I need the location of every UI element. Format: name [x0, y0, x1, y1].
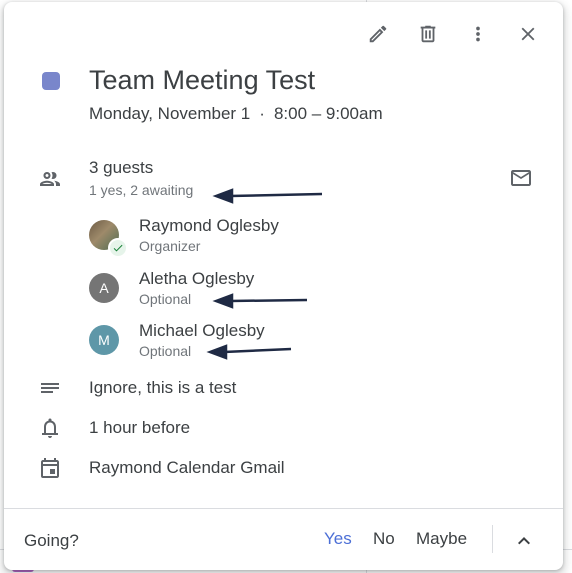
event-calendar: Raymond Calendar Gmail: [89, 458, 285, 477]
edit-button[interactable]: [357, 18, 399, 50]
email-guests-button[interactable]: [509, 166, 537, 194]
guest-name: Michael Oglesby: [139, 321, 265, 340]
more-options-button[interactable]: [457, 18, 499, 50]
rsvp-no-button[interactable]: No: [373, 529, 395, 549]
trash-icon: [420, 25, 436, 43]
footer-separator: [492, 525, 493, 553]
guest-name: Aletha Oglesby: [139, 269, 255, 288]
more-vert-icon: [476, 26, 480, 42]
chevron-up-icon: [518, 537, 530, 545]
event-date: Monday, November 1: [89, 104, 251, 123]
event-datetime: Monday, November 1 · 8:00 – 9:00am: [89, 104, 383, 124]
event-details-popup: Team Meeting Test Monday, November 1 · 8:0…: [4, 2, 563, 570]
rsvp-yes-button[interactable]: Yes: [324, 529, 352, 549]
guests-status: 1 yes, 2 awaiting: [89, 182, 194, 198]
event-description: Ignore, this is a test: [89, 378, 237, 397]
bell-icon: [38, 416, 62, 440]
guest-role: Optional: [139, 343, 192, 359]
accepted-check-icon: [108, 238, 128, 258]
rsvp-maybe-button[interactable]: Maybe: [416, 529, 467, 549]
event-title: Team Meeting Test: [89, 65, 316, 95]
close-button[interactable]: [507, 18, 549, 50]
guest-role: Optional: [139, 291, 192, 307]
guests-icon: [38, 167, 62, 191]
delete-button[interactable]: [407, 18, 449, 50]
going-label: Going?: [24, 531, 79, 550]
rsvp-footer: Going? Yes No Maybe: [4, 509, 563, 570]
close-icon: [521, 27, 535, 41]
separator-dot: ·: [259, 104, 265, 123]
calendar-icon: [38, 456, 62, 480]
description-icon: [38, 376, 62, 400]
mail-icon: [511, 170, 531, 186]
expand-button[interactable]: [512, 529, 536, 553]
guest-role: Organizer: [139, 238, 201, 254]
event-color-swatch: [42, 72, 60, 90]
event-time: 8:00 – 9:00am: [273, 104, 383, 123]
avatar: A: [89, 273, 119, 303]
popup-toolbar: [357, 18, 549, 50]
guest-name: Raymond Oglesby: [139, 216, 279, 235]
event-reminder: 1 hour before: [89, 418, 191, 437]
pencil-icon: [369, 25, 387, 43]
guests-summary: 3 guests: [89, 158, 154, 177]
avatar: M: [89, 325, 119, 355]
